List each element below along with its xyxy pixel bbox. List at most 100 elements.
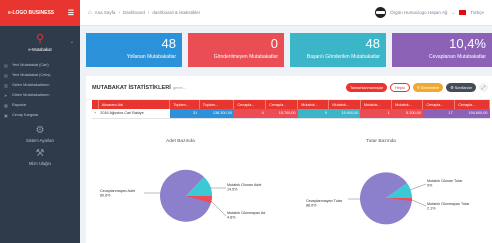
language-label[interactable]: Türkçe [470,10,484,15]
hamburger-icon[interactable]: ☰ [68,9,74,17]
table-cell: 15.900,00 [328,109,361,119]
pie-chart-count: Cevaplanmayan Adet 80.6% Mutabık Olunan A… [100,169,265,222]
table-cell: 2016 Ağustos Cari Bakiye [98,109,170,119]
pie-amount [360,172,413,225]
sidebar-item-label: Mizn Ulağeı [28,161,52,166]
table-cell: 194.600,00 [454,109,490,119]
sidebar-item-label: Sistem Ayarları [25,138,55,143]
table-cell: 31 [169,109,200,119]
module-label: e-Mutabakat [28,47,52,52]
stat-card-not-sent[interactable]: 0 Gönderilmeyen Mutabakatlar [188,33,284,67]
gear-icon: ⚙ [35,125,45,136]
sidebar-item-outgoing[interactable]: ➤ Giden Mutabakatlarım [0,90,80,100]
table-header[interactable]: Cevapla... [454,100,490,109]
stat-label: Cevaplanan Mutabakatlar [429,54,486,60]
home-icon[interactable]: ⌂ [88,10,92,16]
pie-label-line [409,183,427,191]
sidebar-item-label: Gelen Mutabakatlarım [12,83,50,87]
sidebar-item-new-cebs[interactable]: ▤ Yeni Mutabakat (Cebs) [0,70,80,80]
table-header[interactable]: Aksaram Adı [98,100,171,109]
expand-icon[interactable]: ⤢ [479,83,488,92]
chevron-down-icon: ⌄ [69,39,74,45]
table-header[interactable]: Toplam... [199,100,235,109]
sidebar-item-tools[interactable]: ⚒ Mizn Ulağeı [0,148,80,167]
app-root: e-LOGO BUSINESS ☰ ⚲ e-Mutabakat ⌄ ▤ Yeni… [0,0,492,243]
sidebar-item-incoming[interactable]: ▥ Gelen Mutabakatlarım [0,80,80,90]
filter-button-label: Sınıflandır [454,85,472,90]
sidebar-item-reports[interactable]: ▦ Raporlar [0,100,80,110]
pie-label-top: Mutabık Olunan Adet 14.5% [227,183,261,192]
table-cell: 138.300,00 [199,109,234,119]
reply-icon: ▣ [4,112,8,118]
breadcrumb-item[interactable]: Dashboard [123,10,145,15]
filter-button[interactable]: ⚙ Sınıflandır [446,83,476,92]
period-button-label: Dönemlere [420,85,440,90]
table-header[interactable]: Cevapla... [233,100,267,109]
pie-label-line [411,199,427,207]
table-header[interactable]: Cevapla... [422,100,456,109]
breadcrumb-item: dashboard & istatistikler [152,10,201,15]
statistics-panel: MUTABAKAT İSTATİSTİKLERİ genel... Tamaml… [86,76,492,243]
user-name: Örgün Humaclogo Haşan Ağ [390,10,448,15]
table-row[interactable]: + 2016 Ağustos Cari Bakiye 31 138.300,00… [92,109,490,119]
user-menu[interactable]: Örgün Humaclogo Haşan Ağ ⌄ Türkçe [375,7,484,18]
statistics-table: Aksaram Adı Toplam... Toplam... Cevapla.… [92,100,490,119]
table-header-row: Aksaram Adı Toplam... Toplam... Cevapla.… [92,100,490,109]
sidebar-item-label: Cevap Kargular [12,113,39,117]
stat-card-sent[interactable]: 48 Yollanan Mutabakatlar [86,33,182,67]
table-cell: 4 [233,109,266,119]
stat-label: Gönderilmeyen Mutabakatlar [213,54,278,60]
stat-card-answered[interactable]: 10,4% Cevaplanan Mutabakatlar [392,33,492,67]
table-header[interactable]: Toplam... [169,100,200,109]
stat-value: 10,4% [449,36,486,51]
sidebar-item-label: Giden Mutabakatlarım [12,93,50,97]
table-cell: 5.200,00 [391,109,423,119]
chevron-down-icon: ⌄ [451,9,456,15]
stat-value: 48 [365,36,380,51]
sidebar-item-new-cari[interactable]: ▤ Yeni Mutabakat (Cari) [0,60,80,70]
pie-chart-amount: Cevaplanmayan Tutar 88.0% Mutabık Olunan … [306,172,470,225]
panel-title: MUTABAKAT İSTATİSTİKLERİ [92,84,171,91]
pie-label-top: Mutabık Olunan Tutar 9% [427,179,463,188]
module-selector[interactable]: ⚲ e-Mutabakat ⌄ [0,26,80,60]
pie-title-amount: Tutar Bazında [366,139,396,144]
table-header[interactable]: Mutabık... [328,100,361,109]
table-header[interactable]: Mutabık... [360,100,393,109]
stat-card-success[interactable]: 48 Başarılı Gönderilen Mutabakatlar [290,33,386,67]
table-cell: 15.700,00 [265,109,298,119]
logo-text: e-LOGO BUSINESS [8,10,55,16]
avatar [375,7,387,18]
table-header[interactable]: Mutabık... [391,100,424,109]
breadcrumb: Ana Sayfa › Dashboard › dashboard & istatist… [94,10,201,15]
logo[interactable]: e-LOGO BUSINESS ☰ [0,0,80,26]
sidebar-item-label: Yeni Mutabakat (Cari) [12,63,49,67]
pie-label-main: Cevaplanmayan Tutar 88.0% [306,199,343,208]
inbox-icon: ▥ [4,82,8,88]
stat-label: Başarılı Gönderilen Mutabakatlar [306,54,380,60]
pie-count [160,169,213,222]
stat-label: Yollanan Mutabakatlar [126,54,176,60]
breadcrumb-item[interactable]: Ana Sayfa [95,10,116,15]
flag-icon [459,10,467,15]
period-button[interactable]: ⚲ Dönemlere [412,83,444,92]
sidebar-item-replies[interactable]: ▣ Cevap Kargular [0,110,80,120]
all-button[interactable]: Hepsi [390,83,410,92]
send-icon: ➤ [4,92,8,98]
topbar: ⌂ Ana Sayfa › Dashboard › dashboard & istati… [80,0,492,26]
pie-label-bottom: Mutabık Olunmayan Ad 4.8% [227,211,265,220]
pie-label-main: Cevaplanmayan Adet 80.6% [100,189,135,198]
table-header[interactable]: Mutabık... [297,100,330,109]
pie-title-count: Adet Bazında [166,139,195,144]
wrench-icon: ⚒ [35,148,45,159]
incomplete-button[interactable]: Tamamlanmamışlar [345,83,388,92]
stat-value: 0 [270,36,278,51]
table-header[interactable]: Cevapla... [265,100,299,109]
panel-subtitle: genel... [172,85,186,90]
chart-icon: ▦ [4,102,8,108]
sidebar-item-label: Yeni Mutabakat (Cebs) [12,73,51,77]
table-cell: 9 [297,109,329,119]
sidebar-item-settings[interactable]: ⚙ Sistem Ayarları [0,125,80,144]
document-icon: ▤ [4,72,8,78]
sidebar: e-LOGO BUSINESS ☰ ⚲ e-Mutabakat ⌄ ▤ Yeni… [0,0,80,243]
stat-value: 48 [161,36,176,51]
